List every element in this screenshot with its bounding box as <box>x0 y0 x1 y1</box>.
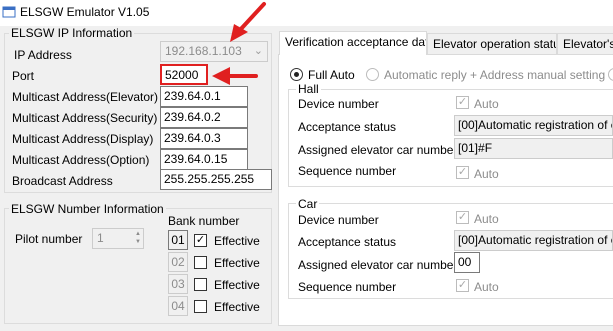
annotation-arrows <box>212 2 266 85</box>
arrow-to-ip-address-icon <box>230 2 266 42</box>
arrow-to-port-icon <box>212 67 258 85</box>
